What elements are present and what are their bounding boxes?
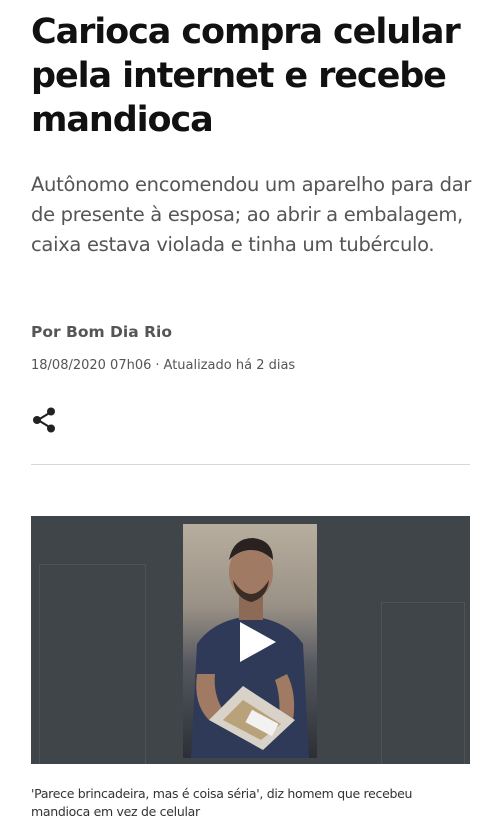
play-icon[interactable] (238, 620, 278, 664)
meta-separator: · (155, 358, 160, 373)
article-headline: Carioca compra celular pela internet e r… (31, 12, 461, 140)
article-subtitle: Autônomo encomendou um aparelho para dar… (31, 173, 472, 256)
video-player[interactable] (31, 516, 470, 764)
published-date: 18/08/2020 07h06 (31, 358, 152, 373)
article-byline[interactable]: Por Bom Dia Rio (31, 323, 172, 341)
article-meta: 18/08/2020 07h06 · Atualizado há 2 dias (31, 358, 295, 373)
video-background-panel (381, 602, 465, 764)
divider (31, 464, 470, 465)
video-caption: 'Parece brincadeira, mas é coisa séria',… (31, 786, 413, 819)
share-button[interactable] (31, 406, 59, 434)
updated-time: Atualizado há 2 dias (163, 358, 296, 373)
video-background-panel (39, 564, 146, 764)
share-icon (33, 407, 55, 433)
